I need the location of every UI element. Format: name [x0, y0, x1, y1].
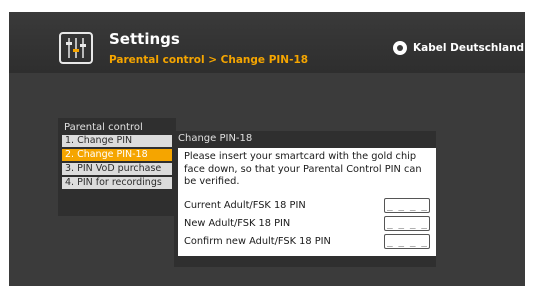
- menu-item-change-pin[interactable]: 1. Change PIN: [62, 135, 172, 147]
- menu-item-pin-vod-purchase[interactable]: 3. PIN VoD purchase: [62, 163, 172, 175]
- parental-control-menu: Parental control 1. Change PIN 2. Change…: [58, 118, 176, 216]
- menu-item-pin-for-recordings[interactable]: 4. PIN for recordings: [62, 177, 172, 189]
- header: Settings Parental control > Change PIN-1…: [9, 12, 525, 73]
- brand-logo-icon: [393, 41, 407, 55]
- current-pin-field[interactable]: _ _ _ _: [384, 198, 430, 213]
- page-title: Settings: [109, 30, 180, 48]
- new-pin-field[interactable]: _ _ _ _: [384, 216, 430, 231]
- panel-title: Change PIN-18: [178, 133, 253, 144]
- tv-screen: Settings Parental control > Change PIN-1…: [9, 12, 525, 286]
- brand-name: Kabel Deutschland: [413, 42, 525, 54]
- pin-form: Please insert your smartcard with the go…: [178, 148, 436, 256]
- confirm-pin-label: Confirm new Adult/FSK 18 PIN: [184, 236, 331, 247]
- breadcrumb: Parental control > Change PIN-18: [109, 54, 309, 66]
- menu-title: Parental control: [64, 122, 143, 133]
- instructions-text: Please insert your smartcard with the go…: [184, 151, 422, 187]
- settings-sliders-icon: [59, 32, 93, 64]
- menu-item-change-pin-18[interactable]: 2. Change PIN-18: [62, 149, 172, 161]
- current-pin-label: Current Adult/FSK 18 PIN: [184, 200, 306, 211]
- new-pin-label: New Adult/FSK 18 PIN: [184, 218, 291, 229]
- confirm-pin-field[interactable]: _ _ _ _: [384, 234, 430, 249]
- change-pin-panel: Change PIN-18 Please insert your smartca…: [174, 131, 436, 267]
- brand: Kabel Deutschland: [393, 40, 524, 56]
